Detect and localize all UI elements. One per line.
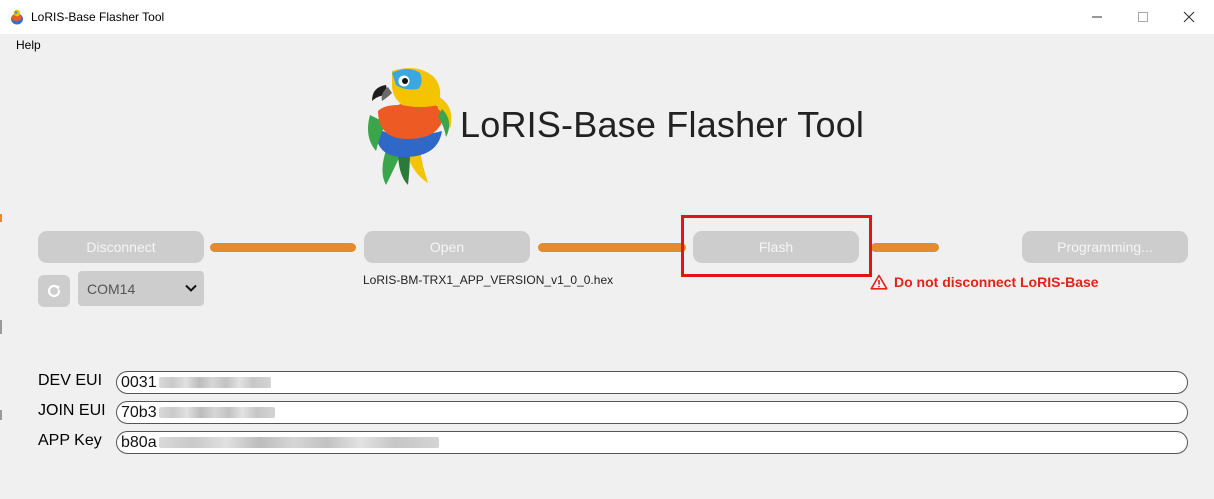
app-key-label: APP Key (38, 432, 102, 449)
dev-eui-value: 0031 (121, 373, 157, 391)
programming-button[interactable]: Programming... (1022, 231, 1188, 263)
minimize-button[interactable] (1074, 0, 1120, 34)
window-title: LoRIS-Base Flasher Tool (31, 10, 165, 24)
close-icon (1183, 11, 1195, 23)
join-eui-obscured (158, 407, 275, 418)
edge-mark (0, 410, 2, 420)
warning-message: Do not disconnect LoRIS-Base (870, 274, 1099, 290)
join-eui-input[interactable]: 70b3 (116, 401, 1188, 424)
flash-highlight-box (681, 215, 872, 277)
port-value: COM14 (87, 280, 136, 297)
dev-eui-input[interactable]: 0031 (116, 371, 1188, 394)
app-title: LoRIS-Base Flasher Tool (460, 104, 865, 145)
dev-eui-row: DEV EUI 0031 (38, 371, 1188, 394)
parrot-logo (368, 68, 452, 185)
title-bar: LoRIS-Base Flasher Tool (0, 0, 1214, 34)
port-select[interactable]: COM14 (78, 271, 204, 306)
connector-3 (871, 243, 939, 252)
edge-mark (0, 214, 2, 222)
disconnect-button[interactable]: Disconnect (38, 231, 204, 263)
chevron-down-icon (185, 284, 197, 292)
warning-text: Do not disconnect LoRIS-Base (894, 274, 1099, 290)
connector-1 (210, 243, 356, 252)
menu-bar: Help (0, 34, 1214, 58)
connector-2 (538, 243, 686, 252)
open-button[interactable]: Open (364, 231, 530, 263)
join-eui-value: 70b3 (121, 403, 157, 421)
hex-file-name: LoRIS-BM-TRX1_APP_VERSION_v1_0_0.hex (363, 273, 614, 287)
app-key-row: APP Key b80a (38, 431, 1188, 454)
join-eui-row: JOIN EUI 70b3 (38, 401, 1188, 424)
refresh-icon (47, 284, 61, 298)
app-key-input[interactable]: b80a (116, 431, 1188, 454)
app-key-value: b80a (121, 433, 157, 451)
parrot-icon (11, 9, 23, 25)
dev-eui-obscured (158, 377, 271, 388)
app-key-obscured (158, 437, 439, 448)
maximize-icon (1138, 12, 1148, 22)
warning-triangle-icon (870, 274, 888, 290)
minimize-icon (1092, 16, 1102, 18)
menu-item-help[interactable]: Help (16, 38, 41, 52)
maximize-button[interactable] (1120, 0, 1166, 34)
join-eui-label: JOIN EUI (38, 402, 106, 419)
refresh-button[interactable] (38, 275, 70, 307)
dev-eui-label: DEV EUI (38, 372, 103, 389)
close-button[interactable] (1166, 0, 1212, 34)
edge-mark (0, 320, 2, 334)
